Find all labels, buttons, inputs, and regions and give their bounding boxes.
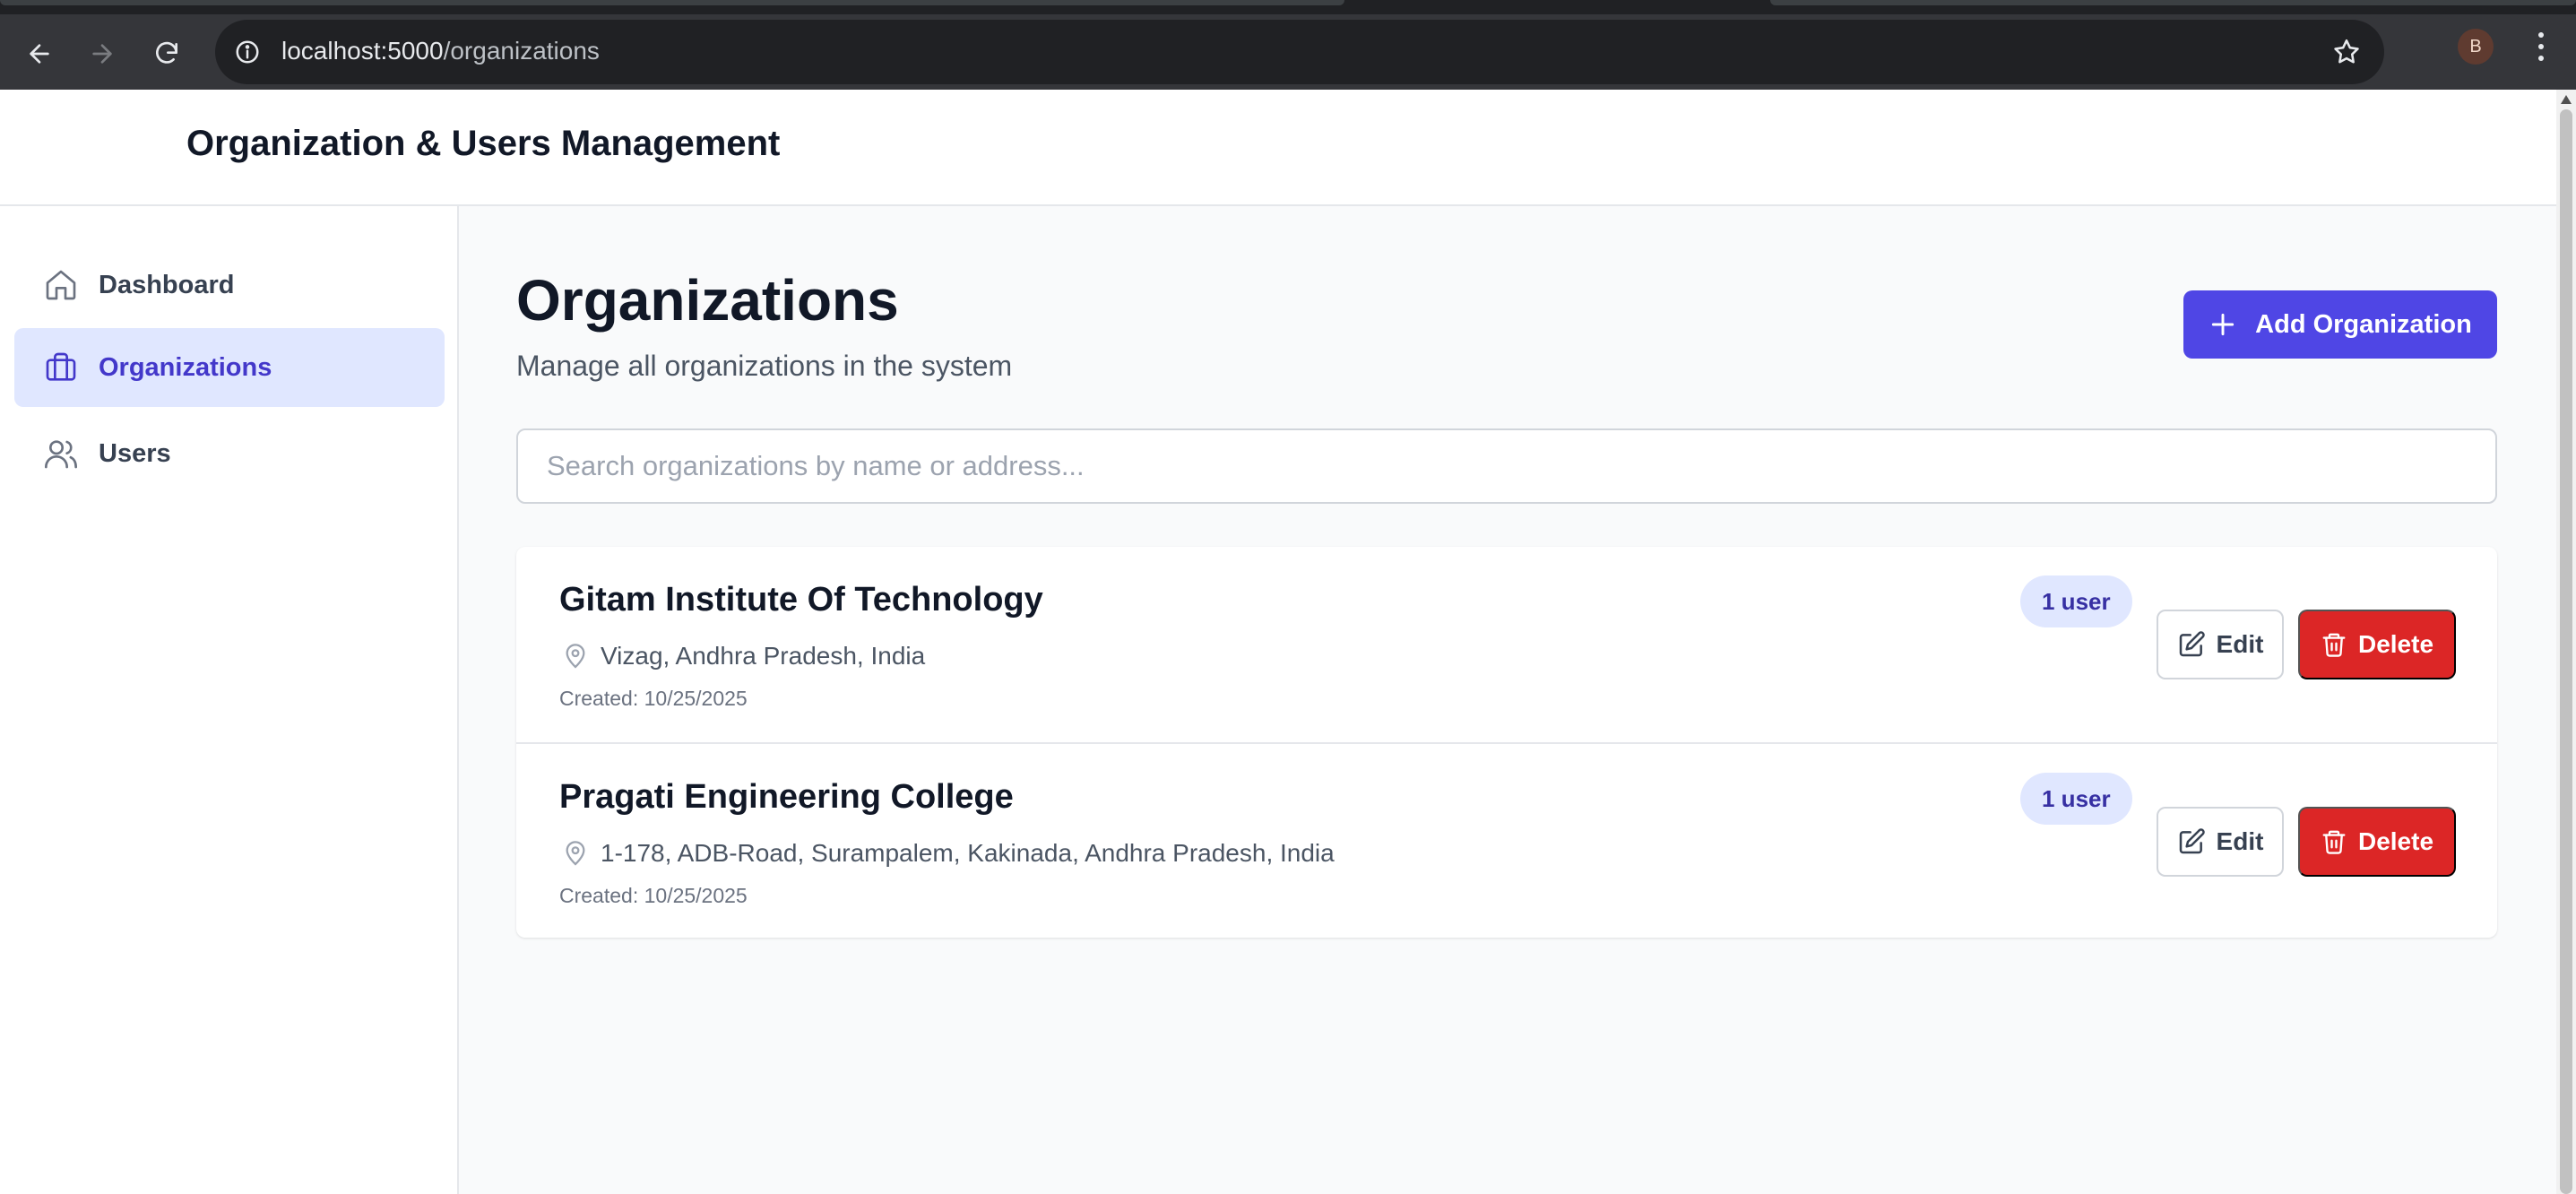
users-icon [41,434,81,473]
sidebar-item-label: Dashboard [99,270,235,299]
edit-icon [2179,631,2205,657]
organization-name: Gitam Institute Of Technology [559,581,1043,619]
created-date: Created: 10/25/2025 [559,687,748,710]
edit-button[interactable]: Edit [2157,807,2284,877]
scroll-up-arrow-icon[interactable] [2561,95,2572,104]
sidebar-item-organizations[interactable]: Organizations [14,328,445,407]
organizations-list: Gitam Institute Of Technology Vizag, And… [516,547,2497,938]
scrollbar-thumb[interactable] [2560,109,2572,1194]
back-button[interactable] [18,32,61,75]
reload-icon [156,41,177,64]
delete-button[interactable]: Delete [2298,610,2456,679]
trash-icon [2322,633,2346,657]
page-title: Organizations [516,268,899,333]
delete-label: Delete [2357,827,2434,855]
users-count-badge: 1 user [2020,575,2132,627]
delete-label: Delete [2357,630,2434,658]
map-pin-icon [559,837,592,870]
browser-toolbar: localhost:5000/organizations B [0,14,2576,90]
main-content: Organizations Manage all organizations i… [459,206,2556,1194]
organization-address: Vizag, Andhra Pradesh, India [559,640,925,672]
list-item: Gitam Institute Of Technology Vizag, And… [516,547,2497,742]
map-pin-icon [559,640,592,672]
sidebar-item-dashboard[interactable]: Dashboard [14,246,445,324]
app-title: Organization & Users Management [186,124,781,163]
add-organization-label: Add Organization [2255,309,2472,339]
site-info-icon[interactable] [231,36,264,68]
edit-label: Edit [2216,827,2264,855]
address-bar[interactable]: localhost:5000/organizations [215,20,2384,84]
page-scrollbar[interactable] [2556,90,2576,1194]
address-text: Vizag, Andhra Pradesh, India [601,642,926,670]
delete-button[interactable]: Delete [2298,807,2456,877]
edit-button[interactable]: Edit [2157,610,2284,679]
edit-label: Edit [2216,630,2264,658]
sidebar-item-label: Organizations [99,352,272,382]
url-path: /organizations [443,37,600,65]
sidebar-item-label: Users [99,438,171,468]
edit-icon [2179,828,2205,854]
users-count-badge: 1 user [2020,773,2132,825]
trash-icon [2322,830,2346,854]
plus-icon [2212,313,2235,336]
home-icon [41,265,81,305]
profile-avatar[interactable]: B [2458,29,2494,65]
url-text: localhost:5000/organizations [281,37,600,65]
arrow-left-icon [30,44,49,64]
reload-button[interactable] [145,32,188,75]
organization-name: Pragati Engineering College [559,778,1014,816]
forward-button[interactable] [81,32,124,75]
sidebar-item-users[interactable]: Users [14,414,445,493]
app-header: Organization & Users Management [0,90,2556,206]
arrow-right-icon [92,44,112,64]
url-host: localhost:5000 [281,37,444,65]
organization-address: 1-178, ADB-Road, Surampalem, Kakinada, A… [559,837,1335,870]
browser-menu-icon[interactable] [2528,29,2554,65]
address-text: 1-178, ADB-Road, Surampalem, Kakinada, A… [601,839,1335,867]
add-organization-button[interactable]: Add Organization [2183,290,2497,359]
briefcase-icon [41,348,81,387]
sidebar: Dashboard Organizations Users [0,206,459,1194]
search-input[interactable] [516,428,2497,504]
browser-tab[interactable] [1770,0,2576,5]
browser-chrome: localhost:5000/organizations B [0,0,2576,90]
created-date: Created: 10/25/2025 [559,884,748,907]
bookmark-star-icon[interactable] [2329,34,2364,70]
page-subtitle: Manage all organizations in the system [516,350,1013,382]
list-item: Pragati Engineering College 1-178, ADB-R… [516,742,2497,938]
browser-tab[interactable] [0,0,1344,5]
